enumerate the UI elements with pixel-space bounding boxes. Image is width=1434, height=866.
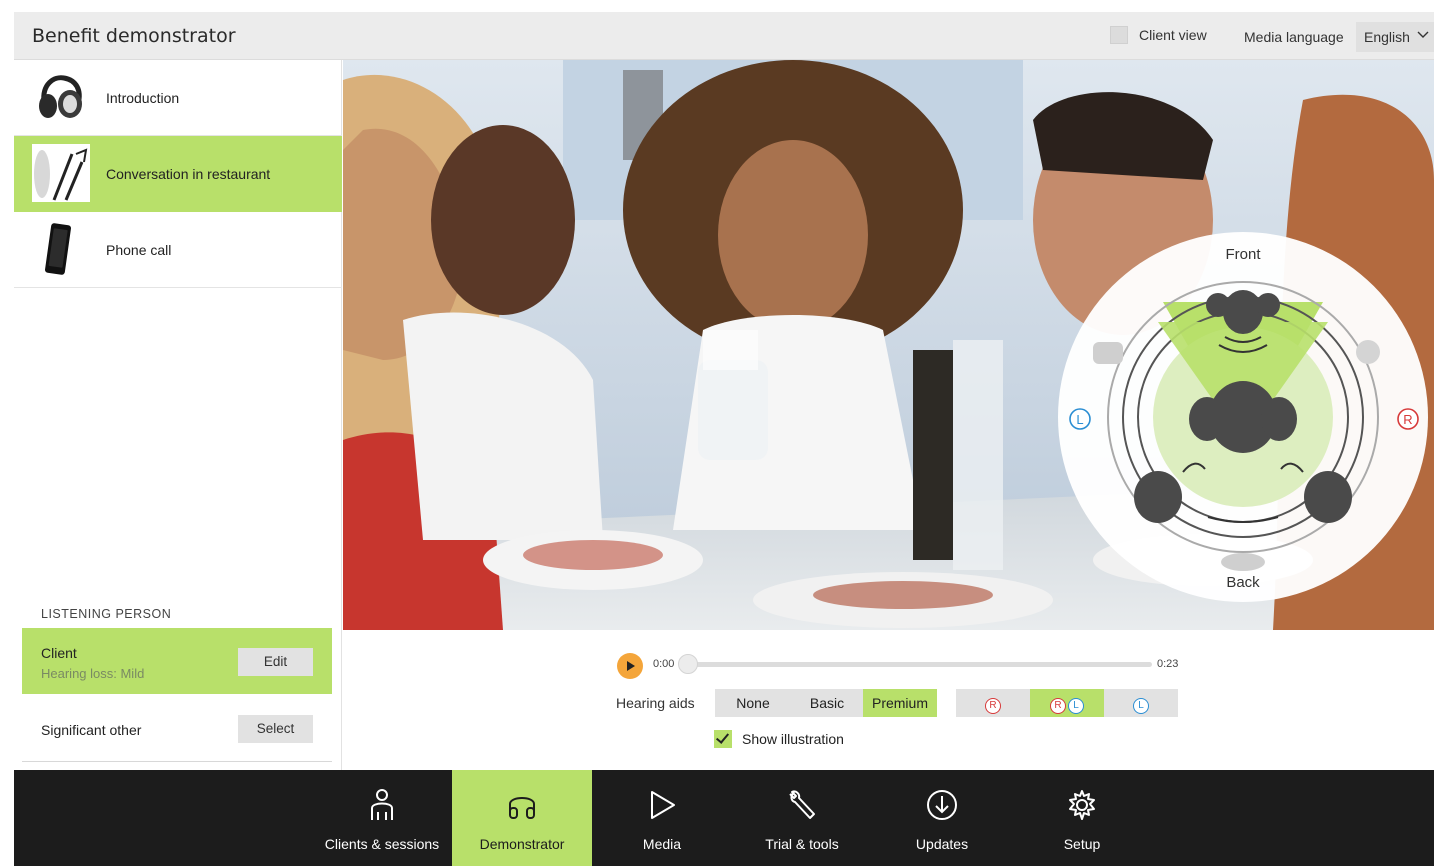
- playback-controls: 0:00 0:23 Hearing aids None Basic Premiu…: [343, 630, 1434, 770]
- crowd-icon: [1356, 340, 1380, 364]
- show-illustration-label: Show illustration: [742, 731, 844, 747]
- nav-label: Setup: [1063, 836, 1101, 852]
- show-illustration-checkbox[interactable]: [714, 730, 732, 748]
- client-view-checkbox[interactable]: [1110, 26, 1128, 44]
- nav-trial-tools[interactable]: Trial & tools: [732, 770, 872, 866]
- level-none-button[interactable]: None: [715, 689, 791, 717]
- progress-knob[interactable]: [678, 654, 698, 674]
- select-button[interactable]: Select: [238, 715, 313, 743]
- scene-item-conversation-in-restaurant[interactable]: Conversation in restaurant: [14, 136, 342, 212]
- vacuum-icon: [1093, 342, 1123, 364]
- nav-label: Demonstrator: [479, 836, 565, 852]
- app-title: Benefit demonstrator: [32, 25, 236, 47]
- left-ear-icon: L: [1068, 698, 1084, 714]
- wrench-icon: [789, 790, 815, 819]
- side-left-button[interactable]: L: [1104, 689, 1178, 717]
- gear-icon: [1069, 790, 1095, 820]
- client-view-label: Client view: [1139, 27, 1207, 43]
- left-ear-icon: L: [1133, 698, 1149, 714]
- bottom-navigation: Clients & sessions Demonstrator Media Tr…: [14, 770, 1434, 866]
- side-right-button[interactable]: R: [956, 689, 1030, 717]
- nav-label: Media: [642, 836, 682, 852]
- progress-track[interactable]: [685, 662, 1152, 667]
- nav-demonstrator[interactable]: Demonstrator: [452, 770, 592, 866]
- play-button[interactable]: [617, 653, 643, 679]
- person-description: Hearing loss: Mild: [41, 666, 145, 681]
- scene-label: Introduction: [106, 90, 180, 106]
- right-ear-icon: R: [985, 698, 1001, 714]
- listening-person-significant-other[interactable]: Significant other Select: [22, 700, 332, 760]
- chevron-down-icon: [1416, 28, 1430, 45]
- nav-updates[interactable]: Updates: [872, 770, 1012, 866]
- current-time: 0:00: [653, 658, 675, 670]
- download-icon: [927, 790, 957, 820]
- level-premium-button[interactable]: Premium: [863, 689, 937, 717]
- person-name: Client: [41, 645, 77, 661]
- person-name: Significant other: [41, 722, 142, 738]
- nav-label: Clients & sessions: [324, 836, 440, 852]
- play-icon: [651, 791, 675, 819]
- nav-clients-sessions[interactable]: Clients & sessions: [312, 770, 452, 866]
- scene-label: Phone call: [106, 242, 172, 258]
- nav-label: Trial & tools: [765, 836, 839, 852]
- person-icon: [371, 789, 393, 820]
- phone-icon: [32, 220, 90, 278]
- media-language-value: English: [1364, 29, 1410, 45]
- scene-label: Conversation in restaurant: [106, 166, 271, 182]
- app-window: Benefit demonstrator Client view Media l…: [0, 0, 1434, 866]
- total-time: 0:23: [1157, 658, 1179, 670]
- back-label: Back: [1226, 574, 1260, 591]
- cutlery-icon: [32, 144, 90, 202]
- media-language-label: Media language: [1244, 29, 1344, 45]
- level-basic-button[interactable]: Basic: [791, 689, 863, 717]
- sidebar-divider: [22, 761, 332, 762]
- nav-label: Updates: [915, 836, 969, 852]
- right-ear-text: R: [1403, 412, 1412, 427]
- media-language-select[interactable]: English: [1356, 22, 1434, 52]
- client-view-toggle[interactable]: Client view: [1110, 26, 1207, 44]
- edit-button[interactable]: Edit: [238, 648, 313, 676]
- hearing-aid-level-selector: None Basic Premium: [715, 689, 937, 717]
- nav-media[interactable]: Media: [592, 770, 732, 866]
- left-ear-text: L: [1076, 412, 1083, 427]
- headphones-icon: [509, 797, 535, 819]
- right-ear-icon: R: [1050, 698, 1066, 714]
- nav-setup[interactable]: Setup: [1012, 770, 1152, 866]
- scene-media-view[interactable]: Front Back L R: [343, 60, 1434, 630]
- front-label: Front: [1225, 246, 1261, 263]
- scene-item-introduction[interactable]: Introduction: [14, 60, 342, 136]
- show-illustration-toggle[interactable]: Show illustration: [714, 730, 844, 748]
- headphones-icon: [32, 68, 90, 126]
- sidebar: Introduction Conversation in restaurant: [14, 60, 342, 770]
- listening-person-heading: LISTENING PERSON: [41, 607, 172, 621]
- listening-person-client[interactable]: Client Hearing loss: Mild Edit: [22, 628, 332, 694]
- sound-direction-illustration: Front Back L R: [1058, 232, 1428, 602]
- motorcycle-icon: [1221, 553, 1265, 571]
- header-bar: Benefit demonstrator Client view Media l…: [14, 12, 1434, 60]
- side-both-button[interactable]: RL: [1030, 689, 1104, 717]
- hearing-aids-label: Hearing aids: [616, 695, 695, 711]
- scene-item-phone-call[interactable]: Phone call: [14, 212, 342, 288]
- hearing-aid-side-selector: R RL L: [956, 689, 1178, 717]
